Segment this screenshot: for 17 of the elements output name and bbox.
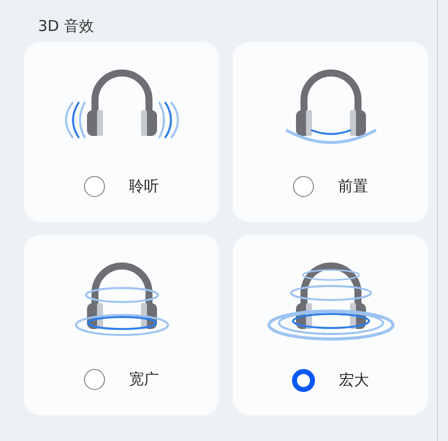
- radio-button[interactable]: [84, 369, 105, 390]
- mode-card[interactable]: 宽广: [24, 235, 219, 415]
- mode-card[interactable]: 聆听: [24, 42, 219, 222]
- mode-radio-option[interactable]: 前置: [293, 176, 368, 197]
- mode-card[interactable]: 宏大: [233, 235, 428, 415]
- mode-label: 宏大: [339, 371, 369, 390]
- mode-label: 前置: [338, 177, 368, 196]
- radio-button[interactable]: [84, 176, 105, 197]
- mode-card[interactable]: 前置: [233, 42, 428, 222]
- section-title: 3D 音效: [38, 16, 95, 36]
- mode-radio-option[interactable]: 宏大: [292, 369, 369, 392]
- mode-radio-option[interactable]: 聆听: [84, 176, 159, 197]
- radio-button[interactable]: [293, 176, 314, 197]
- mode-label: 宽广: [129, 370, 159, 389]
- mode-radio-option[interactable]: 宽广: [84, 369, 159, 390]
- mode-label: 聆听: [129, 177, 159, 196]
- radio-button[interactable]: [292, 369, 315, 392]
